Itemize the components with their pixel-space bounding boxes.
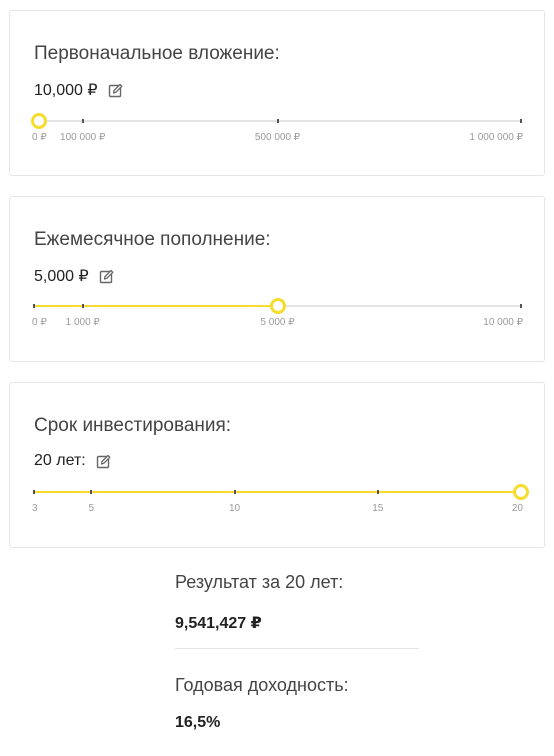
initial-investment-value: 10,000 ₽	[34, 82, 98, 99]
monthly-slider-tick	[33, 304, 35, 308]
initial-slider-tick	[81, 119, 84, 123]
monthly-topup-slider-fill	[34, 305, 278, 307]
investment-term-slider[interactable]	[33, 484, 529, 500]
initial-investment-slider[interactable]	[30, 113, 522, 129]
investment-term-slider-fill	[34, 491, 521, 493]
monthly-scale-label: 5 000 ₽	[260, 317, 295, 328]
initial-scale-label: 500 000 ₽	[254, 132, 301, 143]
investment-term-value: 20 лет:	[34, 452, 86, 469]
term-scale-label: 3	[32, 503, 38, 514]
initial-investment-card: Первоначальное вложение: 10,000 ₽ 0 ₽ 100…	[9, 10, 545, 176]
term-scale-label: 20	[511, 503, 523, 514]
annual-yield-label: Годовая доходность:	[175, 675, 349, 695]
monthly-topup-card: Ежемесячное пополнение: 5,000 ₽ 0 ₽ 1 000…	[9, 196, 545, 362]
monthly-scale-label: 1 000 ₽	[65, 317, 100, 328]
term-slider-tick	[233, 490, 236, 494]
initial-investment-title: Первоначальное вложение:	[34, 43, 280, 64]
investment-term-card: Срок инвестирования: 20 лет: 3 5 10 15 20	[9, 382, 545, 548]
initial-slider-tick	[276, 119, 279, 123]
initial-slider-tick	[520, 119, 522, 123]
annual-yield-value: 16,5%	[175, 714, 221, 731]
investment-term-scale: 3 5 10 15 20	[32, 503, 523, 517]
pencil-edit-icon[interactable]	[108, 83, 123, 98]
term-slider-tick	[90, 490, 93, 494]
term-slider-thumb[interactable]	[513, 484, 529, 500]
monthly-scale-label: 10 000 ₽	[483, 317, 523, 328]
result-divider	[175, 648, 419, 649]
initial-scale-label: 0 ₽	[32, 132, 47, 143]
term-scale-label: 15	[372, 503, 384, 514]
monthly-slider-tick	[81, 304, 84, 308]
monthly-slider-thumb[interactable]	[269, 298, 286, 314]
result-value: 9,541,427 ₽	[175, 615, 262, 632]
term-slider-tick	[376, 490, 379, 494]
investment-term-title: Срок инвестирования:	[34, 415, 232, 436]
initial-scale-label: 100 000 ₽	[60, 132, 106, 143]
initial-investment-scale: 0 ₽ 100 000 ₽ 500 000 ₽ 1 000 000 ₽	[32, 132, 523, 146]
monthly-scale-label: 0 ₽	[32, 317, 47, 328]
monthly-topup-value-row: 5,000 ₽	[34, 266, 114, 286]
monthly-topup-slider[interactable]	[33, 298, 522, 314]
term-scale-label: 5	[88, 503, 95, 514]
investment-term-value-row: 20 лет:	[34, 452, 111, 470]
result-label: Результат за 20 лет:	[175, 572, 344, 592]
term-scale-label: 10	[228, 503, 241, 514]
monthly-slider-tick	[520, 304, 522, 308]
pencil-edit-icon[interactable]	[99, 269, 114, 284]
initial-slider-thumb[interactable]	[30, 113, 47, 129]
term-slider-tick	[33, 490, 35, 494]
monthly-topup-title: Ежемесячное пополнение:	[34, 229, 271, 250]
initial-scale-label: 1 000 000 ₽	[469, 132, 523, 143]
pencil-edit-icon[interactable]	[96, 454, 111, 469]
monthly-topup-value: 5,000 ₽	[34, 268, 89, 285]
monthly-topup-scale: 0 ₽ 1 000 ₽ 5 000 ₽ 10 000 ₽	[32, 317, 523, 331]
initial-investment-value-row: 10,000 ₽	[34, 80, 123, 100]
